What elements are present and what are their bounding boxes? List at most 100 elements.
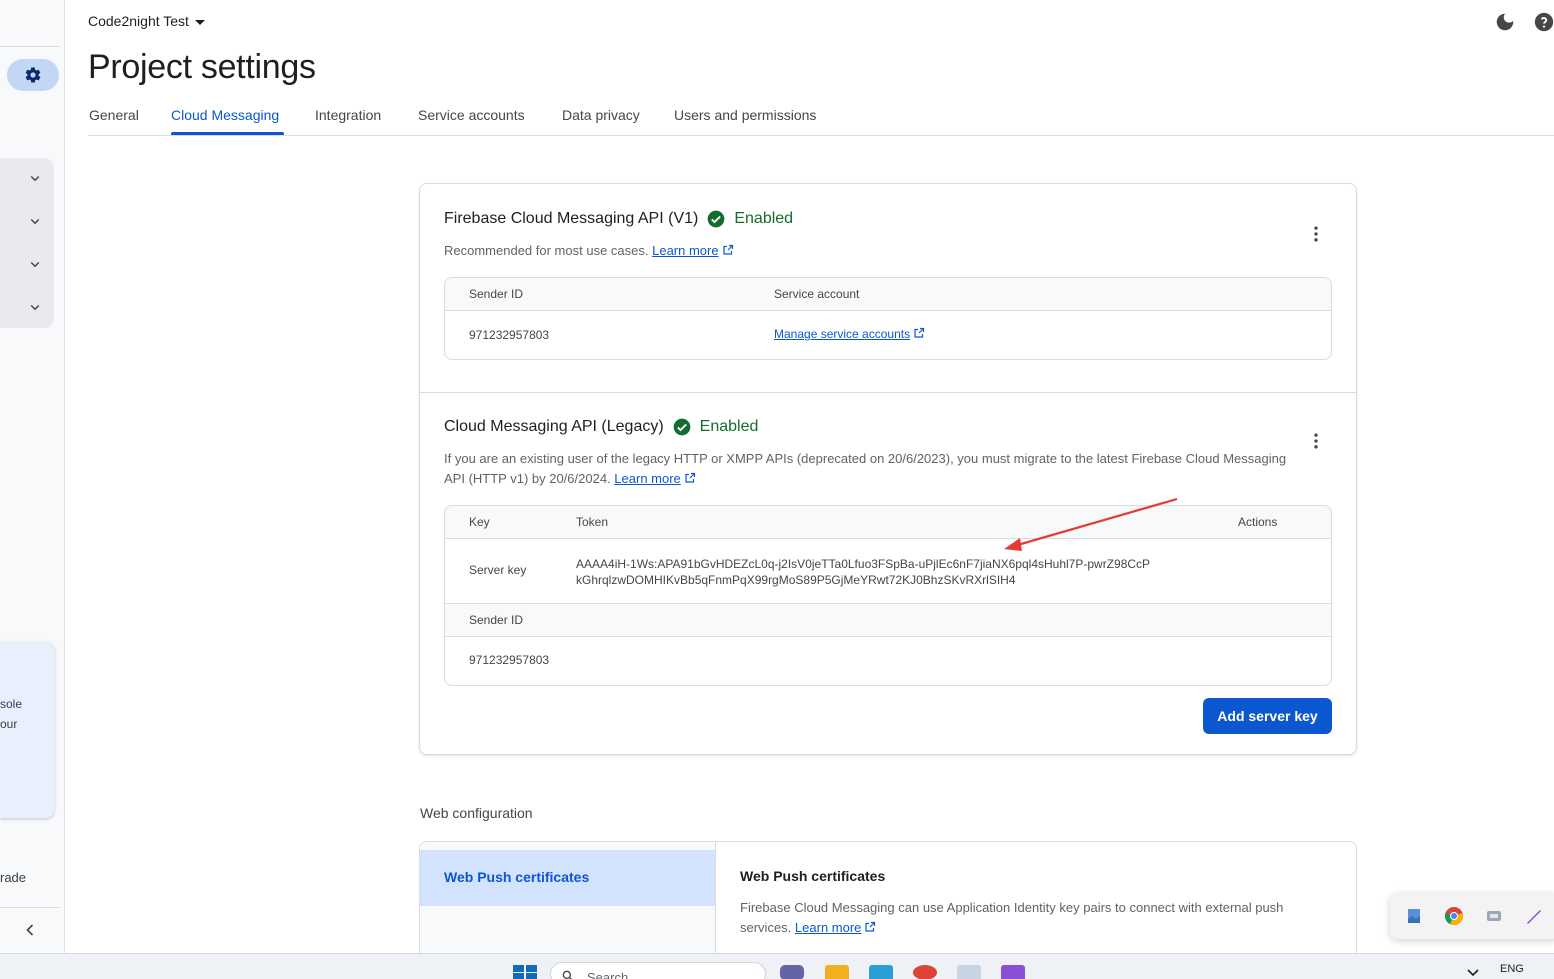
- visual-studio-icon[interactable]: [1001, 965, 1025, 979]
- teams-app-icon[interactable]: [780, 965, 804, 979]
- column-header: Token: [576, 515, 609, 529]
- table-header: Key Token Actions: [445, 506, 1331, 539]
- status-badge: Enabled: [734, 210, 794, 227]
- project-settings-nav-button[interactable]: [7, 59, 59, 91]
- section-title: Firebase Cloud Messaging API (V1): [444, 210, 699, 227]
- taskbar-search[interactable]: Search: [550, 962, 766, 979]
- store-app-icon[interactable]: [869, 965, 893, 979]
- more-vert-icon[interactable]: [1306, 224, 1326, 244]
- sidebar-divider: [0, 907, 60, 908]
- open-in-new-icon: [865, 921, 876, 932]
- learn-more-label: Learn more: [614, 471, 681, 486]
- tab-integration[interactable]: Integration: [315, 107, 381, 123]
- chevron-down-icon[interactable]: [26, 255, 44, 273]
- active-tab-indicator: [171, 132, 284, 135]
- table-header: Sender ID Service account: [445, 278, 1331, 311]
- key-name: Server key: [469, 563, 527, 577]
- upgrade-link[interactable]: rade: [0, 870, 26, 885]
- column-header: Actions: [1238, 515, 1278, 529]
- bookmark-app-icon[interactable]: [1404, 906, 1424, 926]
- sidebar-nav-group: [0, 158, 54, 328]
- chrome-icon[interactable]: [1444, 906, 1464, 926]
- column-header: Sender ID: [469, 287, 524, 301]
- project-switcher[interactable]: Code2night Test: [88, 13, 205, 29]
- dark-mode-icon[interactable]: [1494, 11, 1516, 33]
- promo-text-line: sole: [0, 697, 23, 711]
- taskbar: Search ENG: [0, 953, 1554, 979]
- open-in-new-icon: [685, 472, 695, 483]
- learn-more-link[interactable]: Learn more: [652, 243, 733, 258]
- token-line: AAAA4iH-1Ws:APA91bGvHDEZcL0q-j2IsV0jeTTa…: [576, 557, 1151, 571]
- add-server-key-button[interactable]: Add server key: [1203, 698, 1332, 734]
- fcm-v1-description: Recommended for most use cases. Learn mo…: [444, 241, 734, 261]
- description-text: If you are an existing user of the legac…: [444, 451, 1287, 486]
- sender-id-value: 971232957803: [469, 328, 550, 342]
- caret-down-icon: [194, 19, 205, 25]
- more-vert-icon[interactable]: [1306, 431, 1326, 451]
- windows-start-icon[interactable]: [513, 965, 537, 979]
- web-push-certificates-nav-item[interactable]: Web Push certificates: [420, 850, 715, 906]
- fcm-v1-table: Sender ID Service account 971232957803 M…: [444, 277, 1332, 360]
- tab-data-privacy[interactable]: Data privacy: [562, 107, 640, 123]
- left-sidebar: sole our rade: [0, 0, 65, 953]
- chrome-taskbar-icon[interactable]: [913, 965, 937, 979]
- legacy-description: If you are an existing user of the legac…: [444, 449, 1294, 489]
- chevron-down-icon[interactable]: [26, 298, 44, 316]
- table-row: Server key AAAA4iH-1Ws:APA91bGvHDEZcL0q-…: [445, 539, 1331, 604]
- search-icon: [562, 970, 572, 979]
- fcm-v1-heading: Firebase Cloud Messaging API (V1) Enable…: [444, 209, 793, 229]
- gear-icon: [25, 67, 41, 83]
- page-title: Project settings: [88, 48, 316, 86]
- settings-tabs: General Cloud Messaging Integration Serv…: [88, 100, 1554, 136]
- network-app-icon[interactable]: [1484, 906, 1504, 926]
- tab-general[interactable]: General: [89, 107, 139, 123]
- description-text: Recommended for most use cases.: [444, 243, 649, 258]
- pen-icon[interactable]: [1524, 906, 1544, 926]
- token-line: kGhrqlzwDOMHIKvBb5qFnmPqX99rgMoS89P5GjMe…: [576, 573, 1016, 587]
- web-configuration-title: Web configuration: [420, 805, 533, 821]
- help-icon[interactable]: [1533, 11, 1554, 33]
- legacy-api-heading: Cloud Messaging API (Legacy) Enabled: [444, 417, 758, 437]
- language-indicator[interactable]: ENG: [1500, 963, 1524, 975]
- learn-more-link[interactable]: Learn more: [795, 920, 876, 935]
- table-header: Sender ID: [445, 604, 1331, 637]
- chevron-down-icon[interactable]: [26, 169, 44, 187]
- search-placeholder: Search: [587, 970, 629, 979]
- tab-cloud-messaging[interactable]: Cloud Messaging: [171, 107, 279, 123]
- learn-more-label: Learn more: [794, 920, 862, 935]
- check-circle-icon: [708, 210, 725, 228]
- sidebar-promo-card: sole our: [0, 642, 54, 818]
- chevron-down-icon[interactable]: [26, 212, 44, 230]
- learn-more-label: Learn more: [652, 243, 719, 258]
- check-circle-icon: [673, 418, 691, 436]
- web-push-description: Firebase Cloud Messaging can use Applica…: [740, 898, 1310, 938]
- manage-service-accounts-link[interactable]: Manage service accounts: [774, 327, 925, 341]
- tab-users-and-permissions[interactable]: Users and permissions: [674, 107, 816, 123]
- chevron-up-icon[interactable]: [1466, 968, 1480, 978]
- column-header: Service account: [774, 287, 860, 301]
- monitor-app-icon[interactable]: [957, 965, 981, 979]
- server-key-token[interactable]: AAAA4iH-1Ws:APA91bGvHDEZcL0q-j2IsV0jeTTa…: [576, 556, 1150, 588]
- column-header: Sender ID: [469, 613, 524, 627]
- sidebar-divider: [0, 46, 60, 47]
- open-in-new-icon: [914, 327, 925, 338]
- web-config-nav: Web Push certificates: [420, 842, 716, 960]
- project-name: Code2night Test: [88, 13, 189, 29]
- learn-more-link[interactable]: Learn more: [614, 471, 695, 486]
- section-title: Cloud Messaging API (Legacy): [444, 418, 664, 435]
- sender-id-value: 971232957803: [469, 653, 550, 667]
- file-explorer-icon[interactable]: [825, 965, 849, 979]
- manage-link-label: Manage service accounts: [774, 327, 911, 341]
- floating-app-tray: [1390, 893, 1554, 939]
- column-header: Key: [469, 515, 490, 529]
- web-configuration-card: Web Push certificates Web Push certifica…: [419, 841, 1357, 961]
- promo-text-line: our: [0, 717, 18, 731]
- server-key-table: Key Token Actions Server key AAAA4iH-1Ws…: [444, 505, 1332, 686]
- open-in-new-icon: [722, 244, 733, 255]
- cloud-messaging-card: Firebase Cloud Messaging API (V1) Enable…: [419, 183, 1357, 755]
- web-push-title: Web Push certificates: [740, 868, 886, 884]
- section-divider: [420, 392, 1356, 393]
- tab-service-accounts[interactable]: Service accounts: [418, 107, 525, 123]
- status-badge: Enabled: [699, 418, 759, 435]
- chevron-left-icon[interactable]: [20, 920, 40, 940]
